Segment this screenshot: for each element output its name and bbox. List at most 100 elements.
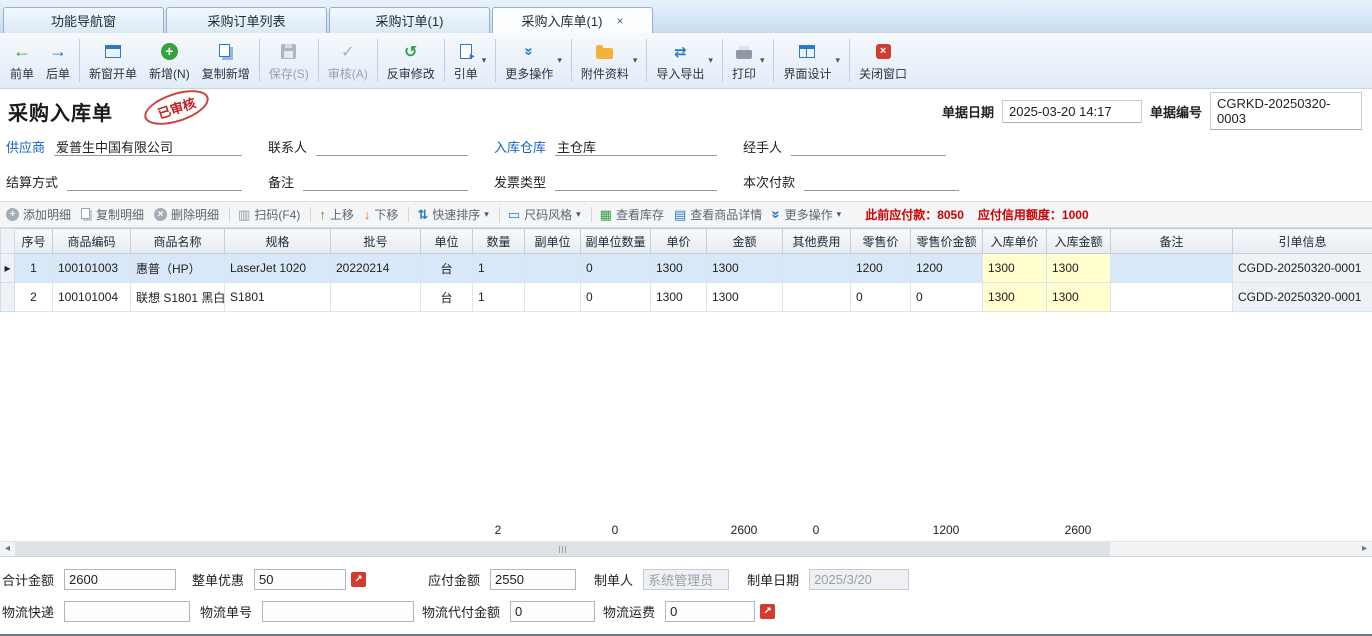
scrollbar-thumb[interactable]	[15, 542, 1110, 556]
column-header[interactable]: 规格	[225, 229, 331, 254]
column-header[interactable]: 单价	[651, 229, 707, 254]
more-actions-button[interactable]: »更多操作▾	[499, 36, 568, 85]
cell-other-fee[interactable]	[783, 254, 851, 283]
print-button[interactable]: 打印▾	[726, 36, 771, 85]
attachments-button[interactable]: 附件资料▾	[575, 36, 644, 85]
cell-spec[interactable]: LaserJet 1020	[225, 254, 331, 283]
horizontal-scrollbar[interactable]: ◂ ▸	[0, 541, 1372, 556]
column-header[interactable]: 备注	[1111, 229, 1233, 254]
allocate-freight-icon[interactable]: ↗	[760, 604, 775, 619]
tab-purchase-order[interactable]: 采购订单(1)	[329, 7, 490, 33]
allocate-discount-icon[interactable]: ↗	[351, 572, 366, 587]
size-style-button[interactable]: ▭尺码风格▾	[508, 206, 581, 223]
table-row[interactable]: ▸ 1 100101003 惠普（HP） LaserJet 1020 20220…	[1, 254, 1372, 283]
tab-purchase-inbound[interactable]: 采购入库单(1) ×	[492, 7, 653, 33]
cell-price[interactable]: 1300	[651, 254, 707, 283]
cell-retail-amount[interactable]: 1200	[911, 254, 983, 283]
move-down-button[interactable]: ↓下移	[364, 206, 399, 223]
warehouse-field[interactable]	[555, 138, 717, 156]
column-header[interactable]: 入库单价	[983, 229, 1047, 254]
total-amount-field[interactable]	[64, 569, 176, 590]
cell-in-price[interactable]: 1300	[983, 254, 1047, 283]
scan-code-button[interactable]: ▥扫码(F4)	[238, 206, 300, 223]
close-tab-icon[interactable]: ×	[616, 15, 623, 27]
delete-detail-button[interactable]: ×删除明细	[154, 206, 219, 223]
column-header[interactable]: 副单位数量	[581, 229, 651, 254]
cell-code[interactable]: 100101003	[53, 254, 131, 283]
logistics-express-field[interactable]	[64, 601, 190, 622]
tab-function-nav[interactable]: 功能导航窗	[3, 7, 164, 33]
cell-retail[interactable]: 0	[851, 283, 911, 312]
cell-retail-amount[interactable]: 0	[911, 283, 983, 312]
scroll-right-icon[interactable]: ▸	[1357, 542, 1372, 556]
view-product-detail-button[interactable]: ▤查看商品详情	[674, 206, 762, 223]
cell-name[interactable]: 联想 S1801 黑白	[131, 283, 225, 312]
cell-ref[interactable]: CGDD-20250320-0001	[1233, 283, 1372, 312]
column-header[interactable]: 其他费用	[783, 229, 851, 254]
cell-unit[interactable]: 台	[421, 254, 473, 283]
next-doc-button[interactable]: →后单	[40, 36, 76, 85]
cell-batch[interactable]: 20220214	[331, 254, 421, 283]
add-new-button[interactable]: +新增(N)	[143, 36, 196, 85]
handler-field[interactable]	[791, 138, 946, 156]
view-stock-button[interactable]: ▦查看库存	[600, 206, 664, 223]
scroll-left-icon[interactable]: ◂	[0, 542, 15, 556]
cell-subqty[interactable]: 0	[581, 283, 651, 312]
cell-qty[interactable]: 1	[473, 254, 525, 283]
quick-sort-button[interactable]: ⇅快速排序▾	[417, 206, 488, 223]
column-header[interactable]: 入库金额	[1047, 229, 1111, 254]
column-header[interactable]: 零售价	[851, 229, 911, 254]
settlement-field[interactable]	[67, 173, 242, 191]
table-row[interactable]: 2 100101004 联想 S1801 黑白 S1801 台 1 0 1300…	[1, 283, 1372, 312]
tab-purchase-order-list[interactable]: 采购订单列表	[166, 7, 327, 33]
move-up-button[interactable]: ↑上移	[319, 206, 354, 223]
cell-in-amount[interactable]: 1300	[1047, 254, 1111, 283]
column-header[interactable]: 序号	[15, 229, 53, 254]
chevron-down-icon[interactable]: ▾	[633, 55, 638, 66]
cell-subunit[interactable]	[525, 254, 581, 283]
invoice-type-field[interactable]	[555, 173, 717, 191]
column-header[interactable]: 副单位	[525, 229, 581, 254]
audit-button[interactable]: ✓审核(A)	[322, 36, 374, 85]
remark-field[interactable]	[303, 173, 468, 191]
column-header[interactable]: 数量	[473, 229, 525, 254]
cell-price[interactable]: 1300	[651, 283, 707, 312]
detail-more-actions-button[interactable]: »更多操作▾	[772, 206, 841, 223]
cell-unit[interactable]: 台	[421, 283, 473, 312]
payment-field[interactable]	[804, 173, 959, 191]
cell-seq[interactable]: 2	[15, 283, 53, 312]
cell-amount[interactable]: 1300	[707, 283, 783, 312]
chevron-down-icon[interactable]: ▾	[482, 55, 487, 66]
cell-subqty[interactable]: 0	[581, 254, 651, 283]
cell-in-amount[interactable]: 1300	[1047, 283, 1111, 312]
chevron-down-icon[interactable]: ▾	[484, 209, 489, 220]
doc-date-field[interactable]: 2025-03-20 14:17	[1002, 100, 1142, 123]
column-header[interactable]: 引单信息	[1233, 229, 1372, 254]
cell-retail[interactable]: 1200	[851, 254, 911, 283]
column-header[interactable]: 批号	[331, 229, 421, 254]
close-window-button[interactable]: ×关闭窗口	[853, 36, 913, 85]
new-window-button[interactable]: 新窗开单	[83, 36, 143, 85]
payable-amount-field[interactable]	[490, 569, 576, 590]
chevron-down-icon[interactable]: ▾	[837, 209, 842, 220]
column-header[interactable]: 商品编码	[53, 229, 131, 254]
cell-spec[interactable]: S1801	[225, 283, 331, 312]
cell-remark[interactable]	[1111, 283, 1233, 312]
import-export-button[interactable]: ⇄导入导出▾	[650, 36, 719, 85]
cod-amount-field[interactable]	[510, 601, 595, 622]
cell-in-price[interactable]: 1300	[983, 283, 1047, 312]
scrollbar-track[interactable]	[1110, 542, 1357, 556]
cell-ref[interactable]: CGDD-20250320-0001	[1233, 254, 1372, 283]
chevron-down-icon[interactable]: ▾	[760, 55, 765, 66]
reverse-audit-button[interactable]: ↺反审修改	[381, 36, 441, 85]
chevron-down-icon[interactable]: ▾	[836, 55, 841, 66]
chevron-down-icon[interactable]: ▾	[557, 55, 562, 66]
cell-remark[interactable]	[1111, 254, 1233, 283]
add-detail-button[interactable]: +添加明细	[6, 206, 71, 223]
column-header[interactable]: 商品名称	[131, 229, 225, 254]
tracking-no-field[interactable]	[262, 601, 414, 622]
column-header[interactable]: 零售价金额	[911, 229, 983, 254]
cell-other-fee[interactable]	[783, 283, 851, 312]
cell-code[interactable]: 100101004	[53, 283, 131, 312]
copy-new-button[interactable]: 复制新增	[196, 36, 256, 85]
